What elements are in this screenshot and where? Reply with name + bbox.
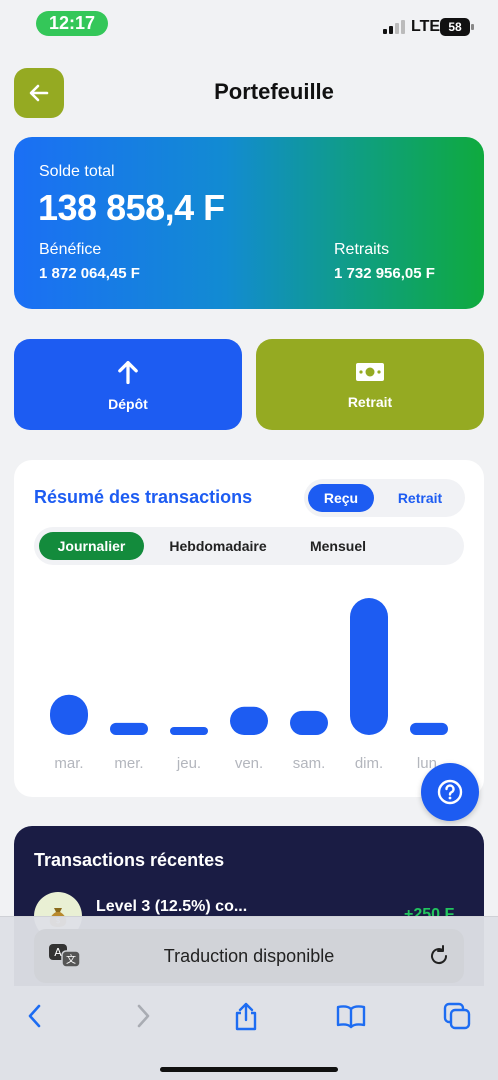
chart-bar-4 <box>290 710 328 735</box>
withdrawals-label: Retraits <box>334 241 390 258</box>
arrow-left-icon <box>29 84 49 102</box>
chart-label-0: mar. <box>54 755 83 772</box>
share-icon <box>235 1002 257 1031</box>
recent-title: Transactions récentes <box>34 850 225 870</box>
deposit-label: Dépôt <box>108 395 148 412</box>
tabs-button[interactable] <box>440 999 474 1033</box>
profit-value: 1 872 064,45 F <box>39 265 140 282</box>
bookmarks-button[interactable] <box>334 999 368 1033</box>
chart-label-3: ven. <box>235 755 263 772</box>
battery-icon: 58 <box>440 18 474 36</box>
withdraw-button[interactable]: Retrait <box>256 339 484 430</box>
balance-card: Solde total 138 858,4 F Bénéfice 1 872 0… <box>14 137 484 309</box>
network-type: LTE <box>411 18 441 35</box>
withdrawals-value: 1 732 956,05 F <box>334 265 435 282</box>
period-toggle: Journalier Hebdomadaire Mensuel <box>34 527 464 565</box>
battery-level: 58 <box>448 20 462 34</box>
transactions-summary-card: Résumé des transactions Reçu Retrait Jou… <box>14 460 484 797</box>
chart-label-4: sam. <box>293 755 326 772</box>
tab-daily[interactable]: Journalier <box>39 532 144 560</box>
question-icon <box>437 779 463 805</box>
chart-label-2: jeu. <box>176 755 201 772</box>
chart-label-1: mer. <box>114 755 143 772</box>
signal-icon <box>383 20 405 34</box>
browser-forward-button[interactable] <box>126 999 160 1033</box>
chart-label-5: dim. <box>355 755 383 772</box>
chart-bar-5 <box>350 598 388 735</box>
status-bar: 12:17 LTE 58 <box>0 0 498 48</box>
home-indicator <box>160 1067 338 1072</box>
browser-back-button[interactable] <box>18 999 52 1033</box>
chart-bar-3 <box>230 706 268 735</box>
translation-text: Traduction disponible <box>163 946 335 966</box>
back-button[interactable] <box>14 68 64 118</box>
total-balance-label: Solde total <box>39 163 115 180</box>
share-button[interactable] <box>229 999 263 1033</box>
summary-title: Résumé des transactions <box>34 487 253 507</box>
type-toggle: Reçu Retrait <box>304 479 465 517</box>
arrow-up-icon <box>118 360 138 384</box>
book-icon <box>336 1005 366 1029</box>
chart-bar-2 <box>170 727 208 735</box>
chart-bar-0 <box>50 694 88 735</box>
refresh-icon[interactable] <box>427 944 451 968</box>
toggle-received[interactable]: Reçu <box>308 484 374 512</box>
browser-toolbar: A 文 Traduction disponible <box>0 916 498 1080</box>
page-title: Portefeuille <box>214 79 334 104</box>
transaction-name[interactable]: Level 3 (12.5%) co... <box>96 898 247 916</box>
status-time: 12:17 <box>36 11 108 36</box>
total-balance-value: 138 858,4 F <box>38 187 225 228</box>
translation-banner[interactable]: A 文 Traduction disponible <box>34 929 464 983</box>
help-button[interactable] <box>421 763 479 821</box>
chart-bar-6 <box>410 722 448 735</box>
tab-monthly[interactable]: Mensuel <box>292 532 384 560</box>
withdraw-label: Retrait <box>347 393 393 410</box>
tab-weekly[interactable]: Hebdomadaire <box>154 532 282 560</box>
profit-label: Bénéfice <box>39 241 102 258</box>
chevron-left-icon <box>28 1004 41 1028</box>
transactions-chart: mar. mer. jeu. ven. sam. dim. lun. <box>50 598 448 772</box>
deposit-button[interactable]: Dépôt <box>14 339 242 430</box>
chart-bar-1 <box>110 722 148 735</box>
chevron-right-icon <box>137 1004 150 1028</box>
toggle-withdrawal[interactable]: Retrait <box>382 484 458 512</box>
banknote-icon <box>356 362 384 381</box>
tabs-icon <box>443 1002 471 1030</box>
